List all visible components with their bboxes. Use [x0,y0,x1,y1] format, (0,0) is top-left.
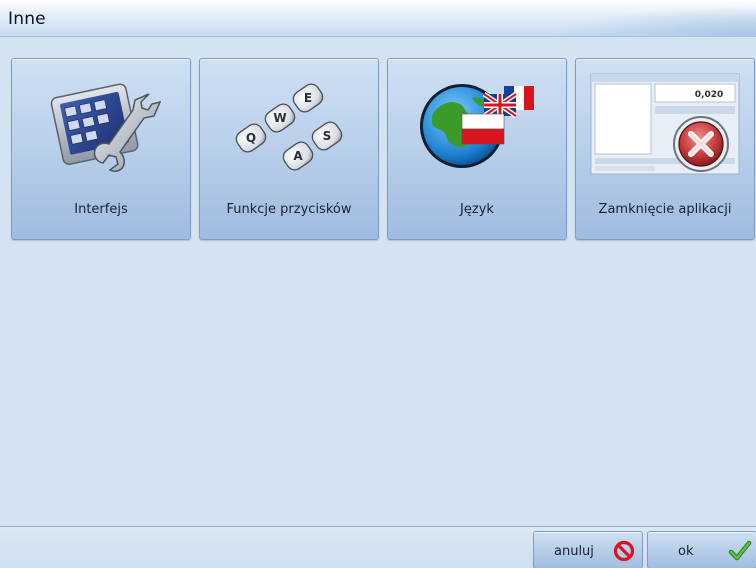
close-application-icon: 0,020 [590,73,740,175]
cancel-button-label: anuluj [554,544,594,559]
window-title: Inne [8,9,46,29]
key-w-label: W [273,111,286,125]
tile-interface[interactable]: Interfejs [11,58,191,240]
mini-screen-value: 0,020 [695,90,723,100]
tile-language[interactable]: Język [387,58,567,240]
language-globe-icon [420,84,534,168]
tile-label: Zamknięcie aplikacji [598,202,732,217]
key-a-label: A [293,149,303,163]
cancel-icon [613,540,635,562]
keyboard-keys-icon: Q W E A S [235,83,343,171]
key-q-label: Q [246,131,256,145]
key-s-label: S [323,129,332,143]
tile-label: Funkcje przycisków [226,202,352,217]
tile-label: Język [460,202,494,217]
title-bar: Inne [0,0,756,37]
ok-button-label: ok [678,544,694,559]
key-e-label: E [304,91,312,105]
main-content: Interfejs Q W E A S Funkcje przycisków J… [0,38,756,526]
cancel-button[interactable]: anuluj [533,531,643,568]
tile-close-application[interactable]: 0,020 Zamknięcie aplikacji [575,58,755,240]
checkmark-icon [728,540,752,561]
title-bar-decoration [336,0,756,37]
ok-button[interactable]: ok [647,531,756,568]
interface-settings-icon [50,83,161,172]
tile-button-functions[interactable]: Q W E A S Funkcje przycisków [199,58,379,240]
tile-label: Interfejs [74,202,128,217]
bottom-toolbar: anuluj ok [0,526,756,568]
